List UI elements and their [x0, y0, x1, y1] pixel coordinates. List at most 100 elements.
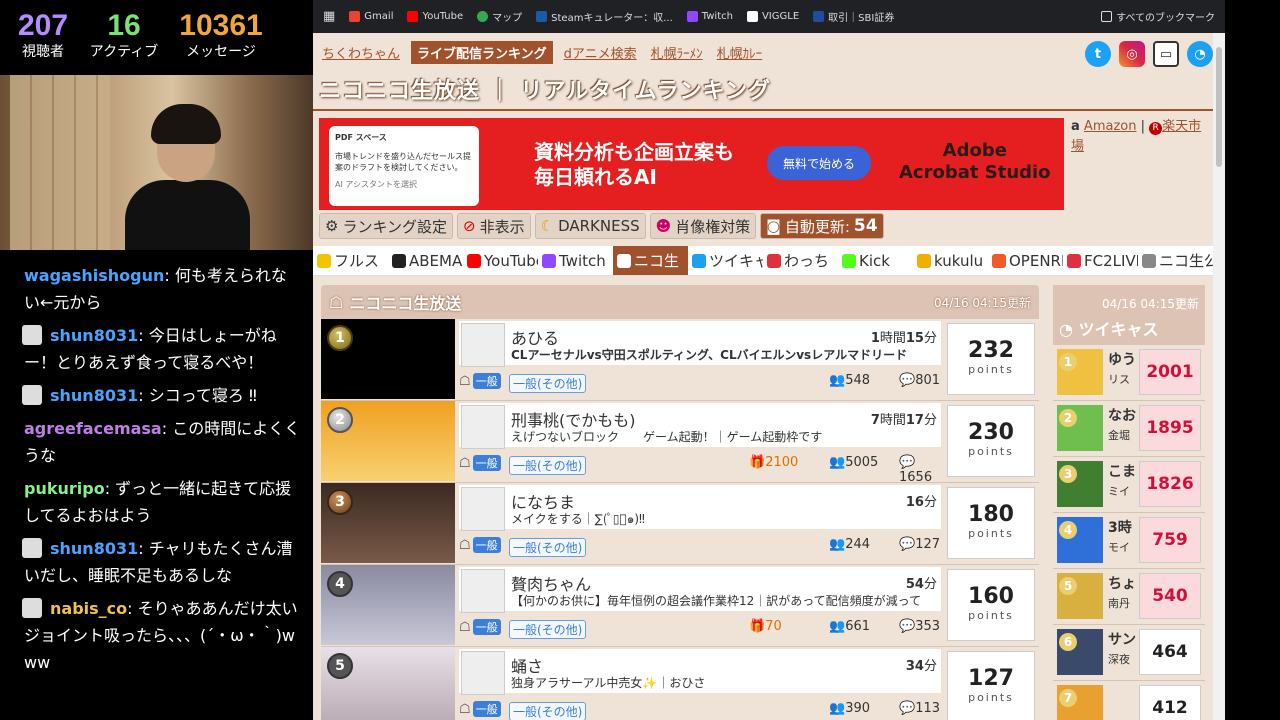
side-name[interactable]: なお — [1108, 405, 1138, 425]
side-points: 540 — [1139, 573, 1201, 619]
side-row[interactable]: 7 412 — [1053, 681, 1205, 720]
service-tab-8[interactable]: kukulu — [913, 246, 988, 275]
chat-username[interactable]: shun8031 — [50, 386, 138, 405]
ranking-row[interactable]: 4 贅肉ちゃん 【何かのお供に】毎年恒例の超会議作業枠12｜訳があって配信頻度が… — [321, 565, 1039, 647]
all-bookmarks[interactable]: すべてのブックマーク — [1101, 9, 1215, 24]
nav-sapporo-curry[interactable]: 札幌ｶﾚｰ — [714, 41, 766, 64]
chat-username[interactable]: nabis_co — [50, 599, 127, 618]
side-thumbnail[interactable]: 1 — [1057, 349, 1103, 395]
stream-thumbnail[interactable]: 3 — [321, 483, 455, 563]
hide-button[interactable]: ⊘ 非表示 — [457, 213, 531, 239]
side-name[interactable]: ちょ — [1108, 573, 1138, 593]
service-tab-3[interactable]: Twitch — [538, 246, 613, 275]
service-tab-4[interactable]: ニコ生 — [613, 246, 688, 275]
instagram-icon[interactable]: ◎ — [1119, 41, 1145, 67]
side-name[interactable]: 3時 — [1108, 517, 1138, 537]
side-row[interactable]: 6 サン 深夜 464 — [1053, 625, 1205, 681]
nav-sapporo-ramen[interactable]: 札幌ﾗｰﾒﾝ — [648, 41, 706, 64]
side-thumbnail[interactable]: 3 — [1057, 461, 1103, 507]
chat-username[interactable]: pukuripo — [24, 479, 105, 498]
service-tab-11[interactable]: ニコ生公 — [1138, 246, 1213, 275]
stream-thumbnail[interactable]: 1 — [321, 319, 455, 399]
stream-info[interactable]: あひる CLアーセナルvs守田スポルティング、CLバイエルンvsレアルマドリード… — [459, 321, 941, 367]
service-tab-2[interactable]: YouTube — [463, 246, 538, 275]
stream-info[interactable]: 贅肉ちゃん 【何かのお供に】毎年恒例の超会議作業枠12｜訳があって配信頻度が減っ… — [459, 567, 941, 613]
side-name[interactable]: こま — [1108, 461, 1138, 481]
speech-bubble-icon: 💬 — [899, 619, 916, 634]
bookmark-viggle[interactable]: VIGGLE — [746, 11, 799, 22]
service-tab-5[interactable]: ツイキャス — [688, 246, 763, 275]
chat-username[interactable]: wagashishogun — [24, 266, 164, 285]
nav-danime[interactable]: dアニメ検索 — [561, 41, 640, 64]
stream-thumbnail[interactable]: 2 — [321, 401, 455, 481]
bookmark-sbi[interactable]: 取引｜SBI証券 — [813, 9, 894, 24]
bookmark-twitch[interactable]: Twitch — [686, 11, 733, 22]
side-name[interactable]: サン — [1108, 629, 1138, 649]
stream-thumbnail[interactable]: 5 — [321, 647, 455, 720]
side-name[interactable]: ゆう — [1108, 349, 1138, 369]
side-row[interactable]: 5 ちょ 南丹 540 — [1053, 569, 1205, 625]
stream-info[interactable]: 蛹さ 独身アラサーアル中売女✨｜おひさ 34分 — [459, 649, 941, 695]
side-row[interactable]: 3 こま ミイ 1826 — [1053, 457, 1205, 513]
stream-thumbnail[interactable]: 4 — [321, 565, 455, 645]
page-scrollbar[interactable] — [1213, 33, 1225, 720]
service-tab-1[interactable]: ABEMA — [388, 246, 463, 275]
side-row[interactable]: 4 3時 モイ 759 — [1053, 513, 1205, 569]
chat-username[interactable]: shun8031 — [50, 539, 138, 558]
stream-meta: ☖ 一般 一般(その他) 👥390 💬113 — [459, 699, 941, 720]
apps-grid-icon[interactable]: ▦ — [323, 9, 335, 24]
stream-info[interactable]: になちま メイクをする｜∑(ﾟ▯ﾟ๑)‼ 16分 — [459, 485, 941, 531]
side-thumbnail[interactable]: 6 — [1057, 629, 1103, 675]
side-rank: 3 — [1059, 465, 1077, 483]
amazon-link[interactable]: Amazon — [1084, 119, 1137, 134]
category-tag[interactable]: 一般(その他) — [509, 456, 587, 475]
stream-info[interactable]: 刑事桃(でかもも) えげつないブロック ゲーム起動！｜ゲーム起動枠です 7時間1… — [459, 403, 941, 449]
twitter-icon[interactable]: t — [1085, 41, 1111, 67]
bookmark-youtube[interactable]: YouTube — [407, 11, 463, 22]
service-tab-6[interactable]: わっち — [763, 246, 838, 275]
nav-chikuwa[interactable]: ちくわちゃん — [319, 41, 403, 64]
service-label: YouTube — [484, 251, 538, 270]
side-row[interactable]: 2 なお 金堀 1895 — [1053, 401, 1205, 457]
ad-cta-button[interactable]: 無料で始める — [767, 146, 871, 180]
side-thumbnail[interactable]: 5 — [1057, 573, 1103, 619]
side-header: 04/16 04:15更新 ◔ ツイキャス — [1053, 285, 1205, 345]
category-tag[interactable]: 一般(その他) — [509, 374, 587, 393]
ranking-row[interactable]: 1 あひる CLアーセナルvs守田スポルティング、CLバイエルンvsレアルマドリ… — [321, 319, 1039, 401]
twitcasting-icon[interactable]: ◔ — [1187, 41, 1213, 67]
category-tag[interactable]: 一般(その他) — [509, 538, 587, 557]
service-tab-10[interactable]: FC2LIVE — [1063, 246, 1138, 275]
niconico-tv-icon[interactable]: ▭ — [1153, 41, 1179, 67]
service-label: ニコ生 — [634, 252, 680, 270]
side-thumbnail[interactable]: 7 — [1057, 685, 1103, 720]
ranking-row[interactable]: 5 蛹さ 独身アラサーアル中売女✨｜おひさ 34分 ☖ 一般 一般(その他) 👥3… — [321, 647, 1039, 720]
chat-username[interactable]: shun8031 — [50, 326, 138, 345]
service-label: わっち — [784, 252, 830, 270]
ad-banner[interactable]: PDF スペース 市場トレンドを盛り込んだセールス提案のドラフトを検討してくださ… — [319, 118, 1064, 210]
side-row[interactable]: 1 ゆう リス 2001 — [1053, 345, 1205, 401]
side-thumbnail[interactable]: 4 — [1057, 517, 1103, 563]
service-tab-9[interactable]: OPENREC — [988, 246, 1063, 275]
bookmark-maps[interactable]: マップ — [477, 9, 522, 24]
side-rank: 6 — [1059, 633, 1077, 651]
side-thumbnail[interactable]: 2 — [1057, 405, 1103, 451]
service-tab-7[interactable]: Kick — [838, 246, 913, 275]
ranking-row[interactable]: 2 刑事桃(でかもも) えげつないブロック ゲーム起動！｜ゲーム起動枠です 7時… — [321, 401, 1039, 485]
darkness-button[interactable]: ☾ DARKNESS — [534, 213, 646, 239]
service-tab-0[interactable]: フルス — [313, 246, 388, 275]
bookmark-gmail[interactable]: Gmail — [349, 11, 393, 22]
auto-refresh-button[interactable]: ◙ 自動更新: 54 — [760, 213, 884, 239]
people-icon: 👥 — [829, 619, 846, 634]
bookmark-steam[interactable]: Steamキュレーター：収... — [536, 9, 673, 24]
ranking-settings-button[interactable]: ⚙ ランキング設定 — [319, 213, 454, 239]
category-tag[interactable]: 一般(その他) — [509, 620, 587, 639]
viewers-count: 207 — [17, 9, 69, 42]
scroll-thumb[interactable] — [1216, 47, 1222, 167]
points-box: 127 points — [947, 651, 1035, 720]
portrait-rights-button[interactable]: ☻ 肖像権対策 — [649, 213, 757, 239]
chat-username[interactable]: agreefacemasa — [24, 419, 162, 438]
ranking-row[interactable]: 3 になちま メイクをする｜∑(ﾟ▯ﾟ๑)‼ 16分 ☖ 一般 一般(その他) 👥… — [321, 483, 1039, 565]
category-tag[interactable]: 一般(その他) — [509, 702, 587, 720]
chat-avatar-icon — [22, 598, 42, 618]
nav-live-ranking[interactable]: ライブ配信ランキング — [411, 41, 553, 64]
